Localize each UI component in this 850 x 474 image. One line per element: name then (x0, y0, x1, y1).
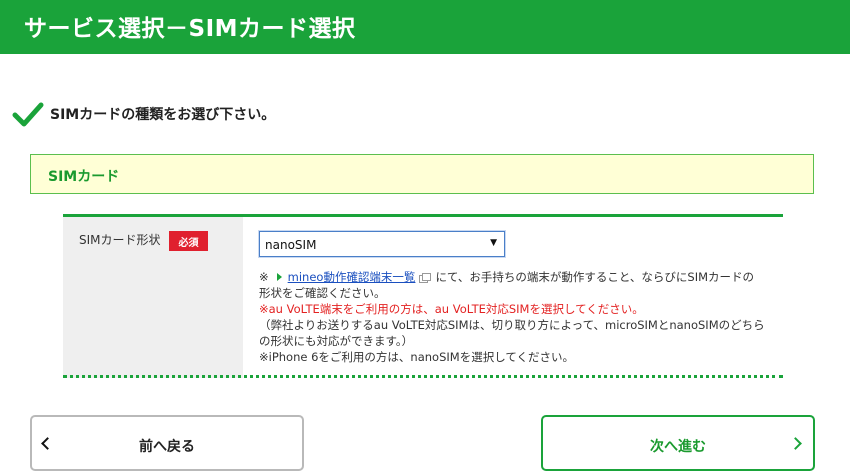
caret-right-icon (276, 273, 282, 281)
sim-form-table: SIMカード形状 必須 nanoSIM ▼ ※ mineo動作確認端末一覧 にて… (63, 214, 783, 378)
next-button[interactable]: 次へ進む (541, 415, 815, 471)
sim-type-select[interactable]: nanoSIM ▼ (259, 231, 505, 257)
instruction-row: SIMカードの種類をお選び下さい。 (12, 100, 275, 128)
note-volte-detail-cont: の形状にも対応ができます。） (259, 334, 414, 348)
note-prefix: ※ (259, 270, 269, 284)
section-title: SIMカード (48, 169, 120, 185)
note-line-1-cont: 形状をご確認ください。 (259, 286, 386, 300)
select-current-value: nanoSIM (265, 238, 317, 252)
back-button-label: 前へ戻る (139, 439, 195, 455)
instruction-text: SIMカードの種類をお選び下さい。 (50, 107, 276, 123)
note-volte-detail: （弊社よりお送りするau VoLTE対応SIMは、切り取り方によって、micro… (259, 318, 765, 332)
field-label-cell: SIMカード形状 必須 (63, 217, 243, 378)
note-iphone6: ※iPhone 6をご利用の方は、nanoSIMを選択してください。 (259, 350, 575, 364)
next-button-label: 次へ進む (650, 439, 706, 455)
page-title: サービス選択－SIMカード選択 (24, 16, 356, 42)
dropdown-arrow-icon: ▼ (490, 238, 497, 248)
field-notes: ※ mineo動作確認端末一覧 にて、お手持ちの端末が動作すること、ならびにSI… (259, 269, 779, 365)
required-badge: 必須 (169, 231, 208, 251)
device-list-link[interactable]: mineo動作確認端末一覧 (288, 269, 416, 285)
note-line-1: ※ mineo動作確認端末一覧 にて、お手持ちの端末が動作すること、ならびにSI… (259, 269, 779, 285)
section-header-sim: SIMカード (30, 154, 814, 194)
back-button[interactable]: 前へ戻る (30, 415, 304, 471)
note-volte-warning: ※au VoLTE端末をご利用の方は、au VoLTE対応SIMを選択してくださ… (259, 302, 644, 316)
page-header: サービス選択－SIMカード選択 (0, 0, 850, 54)
external-window-icon (419, 272, 432, 283)
field-label-sim-type: SIMカード形状 (79, 233, 161, 247)
checkmark-icon (12, 102, 44, 127)
note-line-1-text: にて、お手持ちの端末が動作すること、ならびにSIMカードの (435, 270, 755, 284)
